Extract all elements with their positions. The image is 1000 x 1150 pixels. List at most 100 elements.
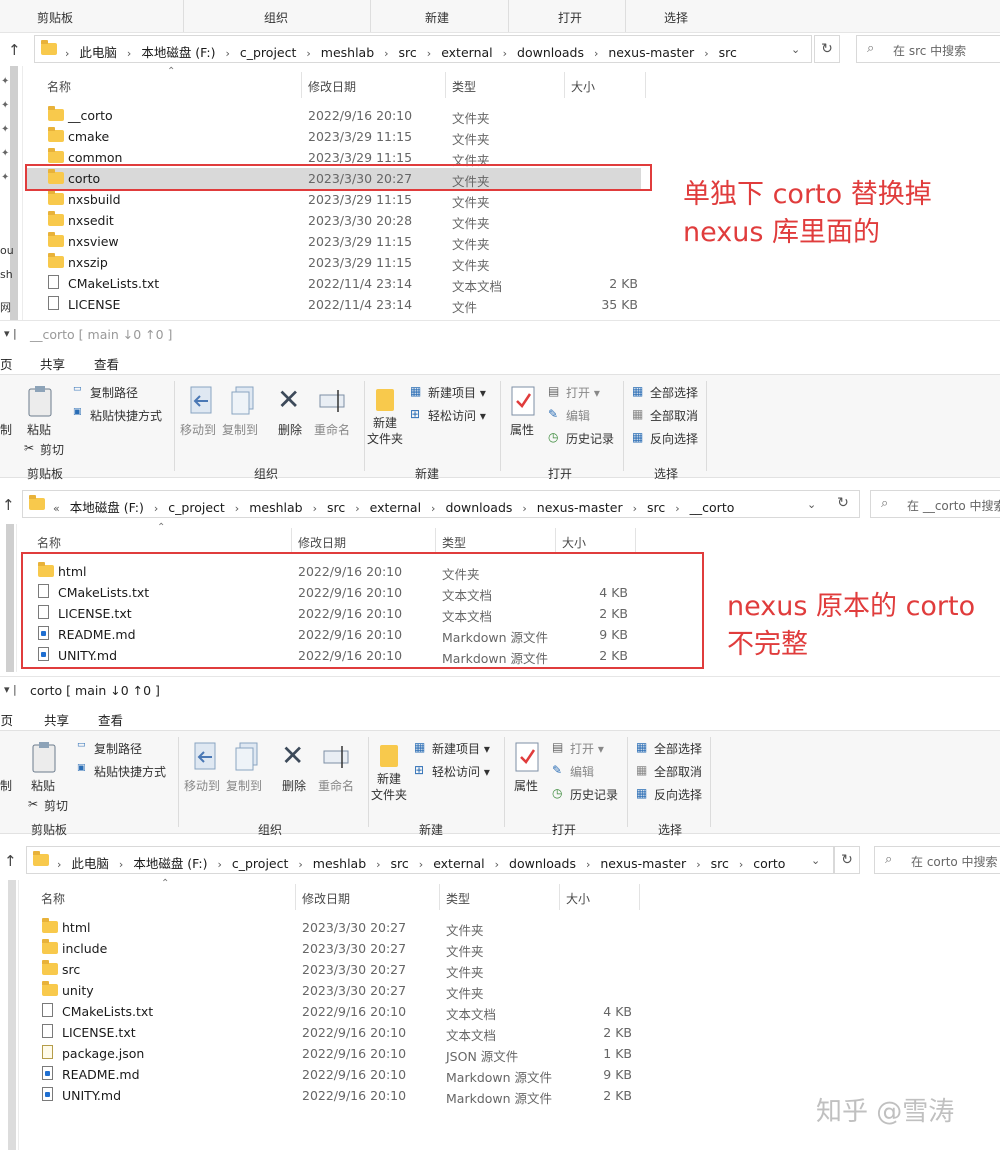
edit-button[interactable]: 编辑 bbox=[570, 763, 594, 780]
rename-icon[interactable] bbox=[318, 387, 348, 415]
crumb[interactable]: downloads bbox=[517, 45, 584, 60]
up-arrow-icon[interactable]: ↑ bbox=[8, 41, 21, 59]
address-bar[interactable]: › 此电脑 › 本地磁盘 (F:) › c_project › meshlab › src… bbox=[34, 35, 812, 63]
crumb[interactable]: __corto bbox=[690, 500, 735, 515]
new-item-button[interactable]: 新建项目 ▾ bbox=[432, 740, 490, 757]
file-row[interactable]: cmake 2023/3/29 11:15 文件夹 bbox=[27, 126, 641, 147]
move-to-icon[interactable] bbox=[192, 741, 218, 773]
crumb[interactable]: nexus-master bbox=[600, 856, 686, 871]
column-type[interactable]: 类型 bbox=[452, 78, 476, 95]
crumb[interactable]: meshlab bbox=[249, 500, 302, 515]
crumb[interactable]: src bbox=[711, 856, 729, 871]
up-arrow-icon[interactable]: ↑ bbox=[2, 496, 15, 514]
file-row[interactable]: nxsview 2023/3/29 11:15 文件夹 bbox=[27, 231, 641, 252]
nav-pane[interactable] bbox=[0, 524, 17, 672]
column-date[interactable]: 修改日期 bbox=[302, 890, 350, 907]
file-row[interactable]: nxszip 2023/3/29 11:15 文件夹 bbox=[27, 252, 641, 273]
select-all-button[interactable]: 全部选择 bbox=[654, 740, 702, 757]
crumb[interactable]: external bbox=[433, 856, 484, 871]
file-row[interactable]: UNITY.md 2022/9/16 20:10 Markdown 源文件 2 KB bbox=[27, 1085, 641, 1106]
file-row[interactable]: __corto 2022/9/16 20:10 文件夹 bbox=[27, 105, 641, 126]
copy-path-button[interactable]: 复制路径 bbox=[90, 384, 138, 401]
tab-home[interactable]: 主页 bbox=[0, 710, 13, 729]
file-row[interactable]: package.json 2022/9/16 20:10 JSON 源文件 1 KB bbox=[27, 1043, 641, 1064]
column-date[interactable]: 修改日期 bbox=[308, 78, 356, 95]
clipboard-paste-icon[interactable] bbox=[31, 741, 57, 773]
crumb[interactable]: 此电脑 bbox=[79, 45, 117, 60]
crumb[interactable]: corto bbox=[753, 856, 785, 871]
tab-view[interactable]: 查看 bbox=[98, 710, 123, 729]
nav-scrollbar[interactable] bbox=[10, 66, 18, 320]
column-type[interactable]: 类型 bbox=[442, 534, 466, 551]
easy-access-button[interactable]: 轻松访问 ▾ bbox=[428, 407, 486, 424]
crumb[interactable]: meshlab bbox=[313, 856, 366, 871]
refresh-icon[interactable]: ↻ bbox=[834, 846, 860, 874]
refresh-icon[interactable]: ↻ bbox=[830, 490, 856, 518]
file-row[interactable]: README.md 2022/9/16 20:10 Markdown 源文件 9 KB bbox=[27, 1064, 641, 1085]
invert-selection-button[interactable]: 反向选择 bbox=[654, 786, 702, 803]
paste-shortcut-button[interactable]: 粘贴快捷方式 bbox=[90, 407, 162, 424]
copy-to-button[interactable]: 复制到 bbox=[222, 421, 258, 438]
history-button[interactable]: 历史记录 bbox=[570, 786, 618, 803]
move-to-icon[interactable] bbox=[188, 385, 214, 417]
crumb[interactable]: src bbox=[399, 45, 417, 60]
nav-pane[interactable]: ✦ ✦ ✦ ✦ ✦ ou sh 网 bbox=[0, 66, 23, 320]
crumb[interactable]: src bbox=[719, 45, 737, 60]
cut-button[interactable]: 剪切 bbox=[44, 797, 68, 814]
open-button[interactable]: 打开 ▾ bbox=[570, 740, 604, 757]
move-to-button[interactable]: 移动到 bbox=[180, 421, 216, 438]
file-row[interactable]: nxsbuild 2023/3/29 11:15 文件夹 bbox=[27, 189, 641, 210]
crumb[interactable]: 本地磁盘 (F:) bbox=[133, 856, 207, 871]
history-button[interactable]: 历史记录 bbox=[566, 430, 614, 447]
select-none-button[interactable]: 全部取消 bbox=[650, 407, 698, 424]
properties-icon[interactable] bbox=[510, 385, 536, 417]
column-size[interactable]: 大小 bbox=[566, 890, 590, 907]
chevron-down-icon[interactable]: ⌄ bbox=[807, 498, 816, 511]
crumb[interactable]: downloads bbox=[445, 500, 512, 515]
new-folder-button[interactable]: 新建 文件夹 bbox=[371, 771, 407, 803]
new-item-button[interactable]: 新建项目 ▾ bbox=[428, 384, 486, 401]
crumb[interactable]: src bbox=[391, 856, 409, 871]
up-arrow-icon[interactable]: ↑ bbox=[4, 852, 17, 870]
crumb[interactable]: external bbox=[441, 45, 492, 60]
invert-selection-button[interactable]: 反向选择 bbox=[650, 430, 698, 447]
clipboard-paste-icon[interactable] bbox=[27, 385, 53, 417]
paste-button[interactable]: 粘贴 bbox=[31, 777, 55, 794]
copy-to-icon[interactable] bbox=[230, 385, 256, 417]
crumb[interactable]: src bbox=[647, 500, 665, 515]
quick-access-dropdown-icon[interactable]: ▾ | bbox=[4, 327, 17, 340]
column-name[interactable]: 名称 bbox=[37, 534, 61, 551]
file-row[interactable]: include 2023/3/30 20:27 文件夹 bbox=[27, 938, 641, 959]
tab-share[interactable]: 共享 bbox=[40, 354, 65, 373]
nav-scrollbar[interactable] bbox=[6, 524, 14, 672]
file-row[interactable]: nxsedit 2023/3/30 20:28 文件夹 bbox=[27, 210, 641, 231]
crumb[interactable]: nexus-master bbox=[537, 500, 623, 515]
refresh-icon[interactable]: ↻ bbox=[814, 35, 840, 63]
copy-fragment-label[interactable]: 制 bbox=[0, 421, 12, 438]
rename-icon[interactable] bbox=[322, 743, 352, 771]
chevron-down-icon[interactable]: ⌄ bbox=[791, 43, 800, 56]
rename-button[interactable]: 重命名 bbox=[318, 777, 354, 794]
crumb[interactable]: src bbox=[327, 500, 345, 515]
properties-icon[interactable] bbox=[514, 741, 540, 773]
paste-shortcut-button[interactable]: 粘贴快捷方式 bbox=[94, 763, 166, 780]
file-row[interactable]: unity 2023/3/30 20:27 文件夹 bbox=[27, 980, 641, 1001]
select-all-button[interactable]: 全部选择 bbox=[650, 384, 698, 401]
cut-button[interactable]: 剪切 bbox=[40, 441, 64, 458]
delete-icon[interactable]: ✕ bbox=[277, 383, 300, 416]
column-size[interactable]: 大小 bbox=[562, 534, 586, 551]
cut-icon[interactable]: ✂ bbox=[24, 441, 34, 455]
crumb[interactable]: meshlab bbox=[321, 45, 374, 60]
cut-icon[interactable]: ✂ bbox=[28, 797, 38, 811]
paste-button[interactable]: 粘贴 bbox=[27, 421, 51, 438]
chevron-down-icon[interactable]: ⌄ bbox=[811, 854, 820, 867]
copy-to-button[interactable]: 复制到 bbox=[226, 777, 262, 794]
nav-pane[interactable] bbox=[0, 880, 19, 1150]
copy-fragment-label[interactable]: 制 bbox=[0, 777, 12, 794]
crumb[interactable]: 本地磁盘 (F:) bbox=[70, 500, 144, 515]
move-to-button[interactable]: 移动到 bbox=[184, 777, 220, 794]
properties-button[interactable]: 属性 bbox=[510, 421, 534, 438]
search-input[interactable]: ⌕ 在 src 中搜索 bbox=[856, 35, 1000, 63]
crumb[interactable]: c_project bbox=[240, 45, 297, 60]
tab-share[interactable]: 共享 bbox=[44, 710, 69, 729]
